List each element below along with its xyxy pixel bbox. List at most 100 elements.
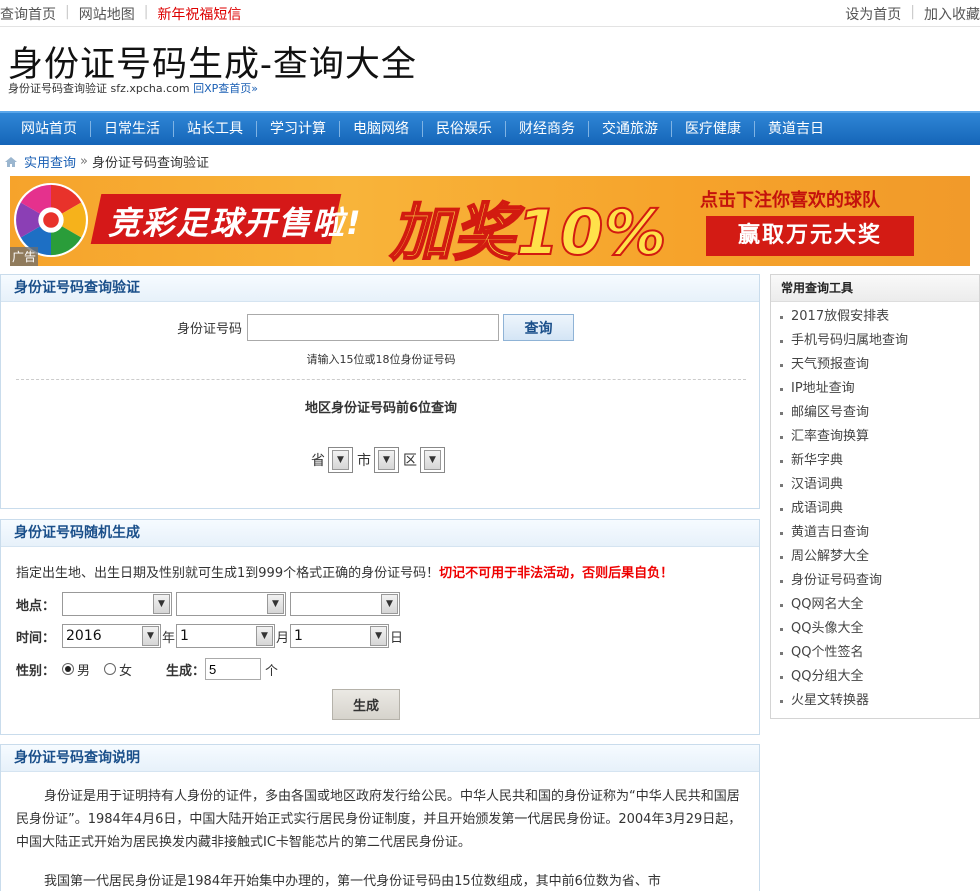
id-number-hint: 请输入15位或18位身份证号码 — [306, 353, 456, 366]
nav-item-webmaster-tools[interactable]: 站长工具 — [174, 121, 257, 137]
bullet-icon — [780, 483, 783, 487]
nav-item-lucky-days[interactable]: 黄道吉日 — [755, 121, 837, 137]
province-label: 省 — [311, 453, 325, 469]
nav-item-computer-network[interactable]: 电脑网络 — [340, 121, 423, 137]
back-home-link[interactable]: 回XP查首页» — [193, 82, 258, 95]
count-input[interactable] — [205, 658, 262, 680]
city-select[interactable]: ▼ — [374, 447, 399, 473]
tool-link-label: 汉语词典 — [791, 477, 844, 492]
tool-link[interactable]: QQ分组大全 — [780, 665, 979, 689]
bullet-icon — [780, 339, 783, 343]
chevron-down-icon: ▼ — [142, 626, 159, 646]
bullet-icon — [780, 603, 783, 607]
nav-item-finance-business[interactable]: 财经商务 — [506, 121, 589, 137]
breadcrumb-separator: » — [80, 154, 88, 169]
generate-button[interactable]: 生成 — [332, 689, 400, 720]
tool-link[interactable]: 周公解梦大全 — [780, 545, 979, 569]
year-select[interactable]: 2016 ▼ — [62, 624, 161, 648]
explanation-body: 身份证是用于证明持有人身份的证件，多由各国或地区政府发行给公民。中华人民共和国的… — [16, 785, 746, 891]
lookup-panel-title: 身份证号码查询验证 — [1, 275, 759, 302]
ad-tag: 广告 — [10, 247, 39, 266]
tool-link[interactable]: QQ个性签名 — [780, 641, 979, 665]
ad-banner[interactable]: 竞彩足球开售啦! 加奖10% 点击下注你喜欢的球队 赢取万元大奖 广告 — [10, 176, 970, 266]
tool-link[interactable]: 天气预报查询 — [780, 353, 979, 377]
tool-link-label: 手机号码归属地查询 — [791, 333, 909, 348]
gender-female-radio[interactable] — [104, 663, 117, 675]
id-number-input[interactable] — [247, 314, 500, 341]
tool-link-label: QQ头像大全 — [791, 621, 864, 636]
tool-link-label: 新华字典 — [791, 453, 844, 468]
bullet-icon — [780, 579, 783, 583]
nav-item-daily-life[interactable]: 日常生活 — [91, 121, 174, 137]
topbar-link-add-favorite[interactable]: 加入收藏 — [924, 4, 980, 24]
place-city-select[interactable]: ▼ — [176, 592, 286, 616]
topbar-link-set-homepage[interactable]: 设为首页 — [845, 4, 901, 24]
topbar-separator: | — [65, 4, 70, 20]
tool-link-label: QQ个性签名 — [791, 645, 864, 660]
count-label: 生成： — [166, 663, 206, 679]
tool-link-label: 黄道吉日查询 — [791, 525, 870, 540]
topbar-link-promo[interactable]: 新年祝福短信 — [157, 4, 241, 24]
common-tools-list: 2017放假安排表手机号码归属地查询 天气预报查询 IP地址查询 邮编区号查询汇率查询… — [771, 302, 979, 713]
day-unit: 日 — [390, 630, 404, 646]
tool-link[interactable]: 黄道吉日查询 — [780, 521, 979, 545]
tool-link[interactable]: QQ头像大全 — [780, 617, 979, 641]
tool-link-label: QQ分组大全 — [791, 669, 864, 684]
bullet-icon — [780, 459, 783, 463]
bullet-icon — [780, 507, 783, 511]
topbar-link-sitemap[interactable]: 网站地图 — [79, 4, 135, 24]
bullet-icon — [780, 675, 783, 679]
query-button[interactable]: 查询 — [503, 314, 575, 341]
nav-item-travel[interactable]: 交通旅游 — [589, 121, 672, 137]
common-tools-title: 常用查询工具 — [771, 275, 979, 302]
tool-link-label: 汇率查询换算 — [791, 429, 870, 444]
tool-link[interactable]: 2017放假安排表 — [780, 305, 979, 329]
id-number-label: 身份证号码 — [177, 322, 243, 337]
tool-link[interactable]: 汇率查询换算 — [780, 425, 979, 449]
bullet-icon — [780, 315, 783, 319]
generator-intro: 指定出生地、出生日期及性别就可生成1到999个格式正确的身份证号码！切记不可用于… — [16, 562, 673, 581]
chevron-down-icon: ▼ — [381, 594, 398, 614]
tool-link-label: 天气预报查询 — [791, 357, 870, 372]
month-select[interactable]: 1 ▼ — [176, 624, 276, 648]
tool-link[interactable]: 手机号码归属地查询 — [780, 329, 979, 353]
place-district-select[interactable]: ▼ — [290, 592, 400, 616]
tool-link[interactable]: 身份证号码查询 — [780, 569, 979, 593]
tool-link[interactable]: 成语词典 — [780, 497, 979, 521]
tool-link-label: 成语词典 — [791, 501, 844, 516]
generator-panel: 身份证号码随机生成 指定出生地、出生日期及性别就可生成1到999个格式正确的身份… — [0, 519, 760, 735]
tool-link[interactable]: 汉语词典 — [780, 473, 979, 497]
breadcrumb-parent-link[interactable]: 实用查询 — [24, 152, 76, 171]
banner-cta-button[interactable]: 赢取万元大奖 — [706, 216, 914, 256]
banner-bonus: 加奖10% — [389, 195, 668, 266]
month-value: 1 — [180, 628, 189, 644]
chevron-down-icon: ▼ — [153, 594, 170, 614]
site-subtitle: 身份证号码查询验证 sfz.xpcha.com 回XP查首页» — [8, 80, 258, 96]
tool-link[interactable]: QQ网名大全 — [780, 593, 979, 617]
lookup-panel: 身份证号码查询验证 身份证号码 查询 请输入15位或18位身份证号码 地区身份证… — [0, 274, 760, 509]
breadcrumb-current: 身份证号码查询验证 — [91, 156, 209, 171]
tool-link[interactable]: 火星文转换器 — [780, 689, 979, 713]
topbar-link-query-home[interactable]: 查询首页 — [0, 4, 56, 24]
place-province-select[interactable]: ▼ — [62, 592, 172, 616]
gender-male-radio[interactable] — [62, 663, 74, 675]
place-label: 地点： — [16, 598, 56, 614]
nav-item-study-calc[interactable]: 学习计算 — [257, 121, 340, 137]
tool-link[interactable]: 邮编区号查询 — [780, 401, 979, 425]
tool-link[interactable]: 新华字典 — [780, 449, 979, 473]
tool-link[interactable]: IP地址查询 — [780, 377, 979, 401]
lookup-divider — [16, 379, 746, 380]
province-select[interactable]: ▼ — [328, 447, 353, 473]
top-bar: 查询首页 | 网站地图 | 新年祝福短信 设为首页 | 加入收藏 — [0, 0, 980, 27]
nav-item-folk-entertainment[interactable]: 民俗娱乐 — [423, 121, 506, 137]
district-select[interactable]: ▼ — [420, 447, 445, 473]
topbar-separator: | — [143, 4, 149, 20]
nav-item-home[interactable]: 网站首页 — [8, 121, 91, 137]
count-unit: 个 — [265, 663, 279, 679]
day-select[interactable]: 1 ▼ — [290, 624, 390, 648]
nav-item-health[interactable]: 医疗健康 — [672, 121, 755, 137]
breadcrumb: 实用查询 » 身份证号码查询验证 — [4, 152, 209, 171]
explanation-panel: 身份证号码查询说明 身份证是用于证明持有人身份的证件，多由各国或地区政府发行给公… — [0, 744, 760, 891]
chevron-down-icon: ▼ — [332, 450, 349, 470]
generator-warning: 切记不可用于非法活动，否则后果自负！ — [439, 566, 674, 581]
